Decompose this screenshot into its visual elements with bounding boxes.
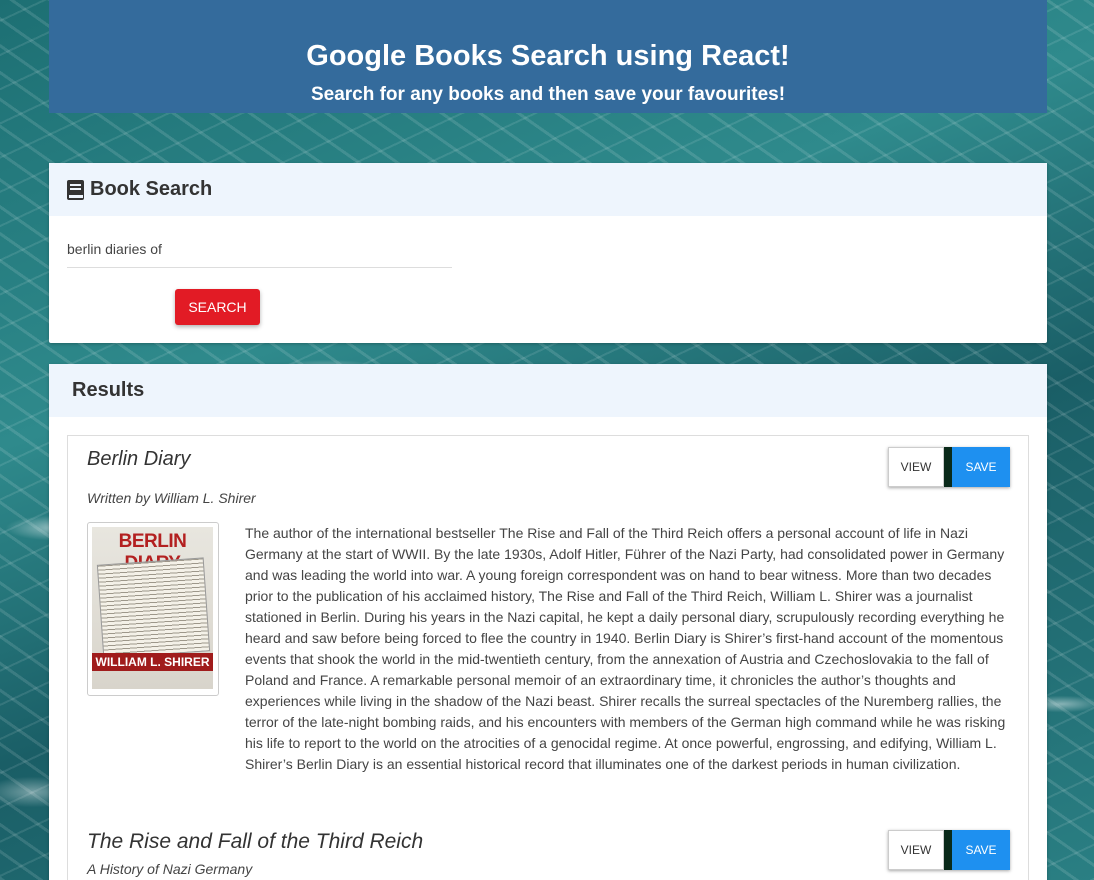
cover-diary-page (96, 557, 211, 659)
book-result: The Rise and Fall of the Third Reich A H… (67, 819, 1029, 880)
book-title: The Rise and Fall of the Third Reich (87, 830, 424, 853)
search-card-header: Book Search (49, 163, 1047, 216)
book-title: Berlin Diary (87, 448, 191, 470)
view-button[interactable]: VIEW (888, 830, 944, 870)
book-actions: VIEW SAVE (888, 447, 1010, 487)
save-button[interactable]: SAVE (952, 447, 1010, 487)
button-divider (944, 447, 952, 487)
book-cover: BERLIN DIARY WILLIAM L. SHIRER (87, 522, 219, 696)
page-title: Google Books Search using React! (306, 40, 790, 72)
button-divider (944, 830, 952, 870)
view-button[interactable]: VIEW (888, 447, 944, 487)
book-author: A History of Nazi Germany (87, 861, 253, 877)
page-subtitle: Search for any books and then save your … (310, 84, 786, 105)
search-heading: Book Search (90, 178, 213, 200)
book-cover-image: BERLIN DIARY WILLIAM L. SHIRER (92, 527, 213, 689)
page-header: Google Books Search using React! Search … (49, 0, 1047, 113)
search-input[interactable] (67, 241, 452, 268)
search-button[interactable]: SEARCH (175, 289, 260, 325)
results-card: Results Berlin Diary Written by William … (49, 364, 1047, 880)
book-author: Written by William L. Shirer (87, 490, 256, 506)
results-card-header: Results (49, 364, 1047, 417)
book-icon (67, 179, 84, 200)
book-result: Berlin Diary Written by William L. Shire… (67, 435, 1029, 821)
save-button[interactable]: SAVE (952, 830, 1010, 870)
results-heading: Results (72, 379, 145, 401)
book-description: The author of the international bestsell… (245, 525, 1006, 772)
cover-author: WILLIAM L. SHIRER (92, 653, 213, 671)
search-card: Book Search SEARCH (49, 163, 1047, 343)
book-actions: VIEW SAVE (888, 830, 1010, 870)
